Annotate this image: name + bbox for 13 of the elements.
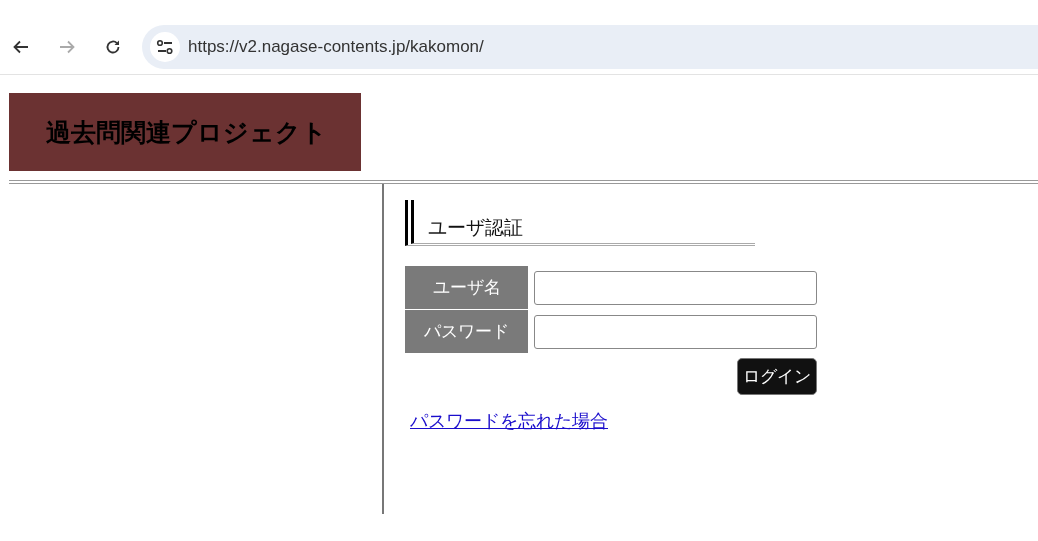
field-label: ユーザ名 xyxy=(405,266,528,309)
forgot-password-link[interactable]: パスワードを忘れた場合 xyxy=(410,409,608,433)
address-bar[interactable]: https://v2.nagase-contents.jp/kakomon/ xyxy=(142,25,1038,69)
reload-icon xyxy=(104,38,122,56)
login-button[interactable]: ログイン xyxy=(737,358,817,395)
right-arrow-icon xyxy=(58,38,76,56)
url-text: https://v2.nagase-contents.jp/kakomon/ xyxy=(188,37,484,57)
section-heading: ユーザ認証 xyxy=(405,200,755,246)
field-label: パスワード xyxy=(405,310,528,353)
input-field[interactable] xyxy=(534,270,817,305)
site-settings-icon[interactable] xyxy=(150,32,180,62)
left-arrow-icon xyxy=(12,38,30,56)
input-field[interactable] xyxy=(534,314,817,349)
